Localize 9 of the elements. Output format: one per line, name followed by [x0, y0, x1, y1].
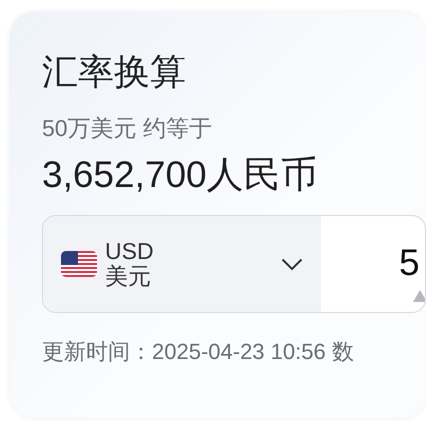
- amount-input[interactable]: 5: [399, 242, 425, 284]
- flag-icon: [61, 251, 97, 278]
- triangle-icon: [413, 290, 425, 302]
- summary-text: 50万美元 约等于: [42, 115, 213, 143]
- currency-select[interactable]: USD 美元: [43, 216, 321, 312]
- card-title: 汇率换算: [42, 50, 187, 94]
- result-amount: 3,652,700人民币: [42, 152, 319, 197]
- chevron-down-icon: [281, 258, 303, 271]
- update-time-text: 更新时间：2025-04-23 10:56 数: [42, 338, 355, 366]
